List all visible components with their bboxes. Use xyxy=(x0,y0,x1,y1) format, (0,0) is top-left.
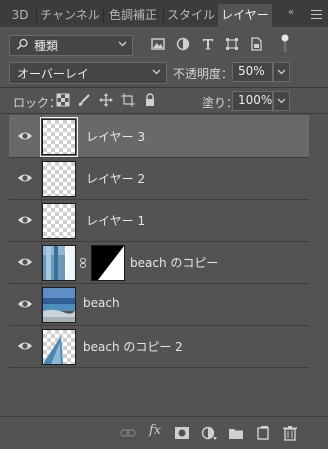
layer-row[interactable]: レイヤー 2 xyxy=(9,157,309,200)
layer-row[interactable]: beach xyxy=(9,283,309,326)
visibility-column xyxy=(9,199,42,241)
layer-name[interactable]: レイヤー 2 xyxy=(86,170,145,187)
layer-name[interactable]: beach のコピー xyxy=(130,254,218,271)
text-filter-icon[interactable] xyxy=(200,36,216,52)
visibility-column xyxy=(9,283,42,325)
lock-label: ロック： xyxy=(13,96,62,110)
filter-kind-value: 種類 xyxy=(34,39,59,53)
panel-tab-bar: 3D チャンネル 色調補正 スタイル レイヤー « xyxy=(0,0,328,27)
eye-icon[interactable] xyxy=(17,340,33,352)
layer-mask-thumbnail[interactable] xyxy=(91,245,125,281)
tab-adjustments[interactable]: 色調補正 xyxy=(105,4,161,27)
layer-thumbnail[interactable] xyxy=(42,161,76,197)
eye-icon[interactable] xyxy=(17,172,33,184)
visibility-column xyxy=(9,115,42,157)
chevron-down-icon xyxy=(118,41,127,47)
filter-toggle-switch[interactable] xyxy=(281,33,289,53)
layer-thumbnail[interactable] xyxy=(42,203,76,239)
layer-name[interactable]: レイヤー 1 xyxy=(86,212,145,229)
search-icon xyxy=(16,38,28,50)
smart-object-filter-icon[interactable] xyxy=(248,36,264,52)
chevron-down-icon xyxy=(277,69,286,75)
layer-style-fx-icon[interactable]: fx xyxy=(149,423,161,438)
opacity-slider-button[interactable] xyxy=(273,62,290,82)
eye-icon[interactable] xyxy=(17,298,33,310)
mask-image xyxy=(92,246,124,280)
lock-all-icon[interactable] xyxy=(143,93,157,107)
opacity-label: 不透明度： xyxy=(173,67,234,81)
beach-thumbnail-image xyxy=(43,336,63,364)
eye-icon[interactable] xyxy=(17,256,33,268)
lock-artboard-icon[interactable] xyxy=(121,93,135,107)
layer-thumbnail[interactable] xyxy=(42,287,76,323)
fill-value: 100% xyxy=(238,93,273,107)
adjustment-layer-icon[interactable] xyxy=(201,425,217,441)
adjustment-filter-icon[interactable] xyxy=(175,36,191,52)
link-layers-icon[interactable] xyxy=(120,425,136,441)
layers-list: レイヤー 3 レイヤー 2 レイヤー 1 beach のコピー beach be… xyxy=(9,115,309,415)
layer-name[interactable]: beach のコピー 2 xyxy=(83,338,183,355)
layer-row[interactable]: beach のコピー xyxy=(9,241,309,284)
layers-bottom-bar: fx xyxy=(0,416,328,449)
eye-icon[interactable] xyxy=(17,130,33,142)
new-group-icon[interactable] xyxy=(228,425,244,441)
tab-3d[interactable]: 3D xyxy=(6,4,34,27)
opacity-input[interactable]: 50% xyxy=(232,62,273,82)
tab-layers[interactable]: レイヤー xyxy=(218,4,272,27)
beach-thumbnail-image xyxy=(43,288,75,322)
eye-icon[interactable] xyxy=(17,214,33,226)
layers-panel: 3D チャンネル 色調補正 スタイル レイヤー « 種類 オーバーレイ 不透明度… xyxy=(0,0,328,449)
tab-channels[interactable]: チャンネル xyxy=(38,4,102,27)
layer-thumbnail[interactable] xyxy=(42,329,76,365)
visibility-column xyxy=(9,157,42,199)
new-layer-icon[interactable] xyxy=(255,425,271,441)
layer-row[interactable]: beach のコピー 2 xyxy=(9,325,309,368)
layer-thumbnail[interactable] xyxy=(42,245,76,281)
layer-row[interactable]: レイヤー 3 xyxy=(9,115,309,158)
beach-thumbnail-image xyxy=(43,246,75,280)
opacity-value: 50% xyxy=(238,64,265,78)
lock-image-pixels-icon[interactable] xyxy=(77,93,91,107)
fill-slider-button[interactable] xyxy=(273,91,290,111)
mask-link-icon[interactable] xyxy=(79,258,87,268)
chevron-down-icon xyxy=(277,98,286,104)
collapse-panel-button[interactable]: « xyxy=(288,7,294,18)
layer-name[interactable]: beach xyxy=(83,296,120,310)
visibility-column xyxy=(9,241,42,283)
layer-filter-select[interactable]: 種類 xyxy=(9,35,133,56)
divider xyxy=(0,113,328,114)
blend-mode-select[interactable]: オーバーレイ xyxy=(9,62,167,84)
layer-row[interactable]: レイヤー 1 xyxy=(9,199,309,242)
chevron-down-icon xyxy=(152,69,161,75)
image-filter-icon[interactable] xyxy=(150,36,166,52)
delete-layer-icon[interactable] xyxy=(282,425,298,441)
fill-input[interactable]: 100% xyxy=(232,91,273,111)
panel-menu-icon[interactable] xyxy=(311,10,322,19)
lock-position-icon[interactable] xyxy=(99,93,113,107)
layer-thumbnail[interactable] xyxy=(40,117,78,157)
layer-name[interactable]: レイヤー 3 xyxy=(86,128,145,145)
lock-transparent-pixels-icon[interactable] xyxy=(56,93,70,107)
visibility-column xyxy=(9,325,42,367)
blend-mode-value: オーバーレイ xyxy=(17,67,89,81)
divider xyxy=(0,87,328,88)
shape-filter-icon[interactable] xyxy=(224,36,240,52)
add-mask-icon[interactable] xyxy=(174,425,190,441)
tab-styles[interactable]: スタイル xyxy=(165,4,217,27)
